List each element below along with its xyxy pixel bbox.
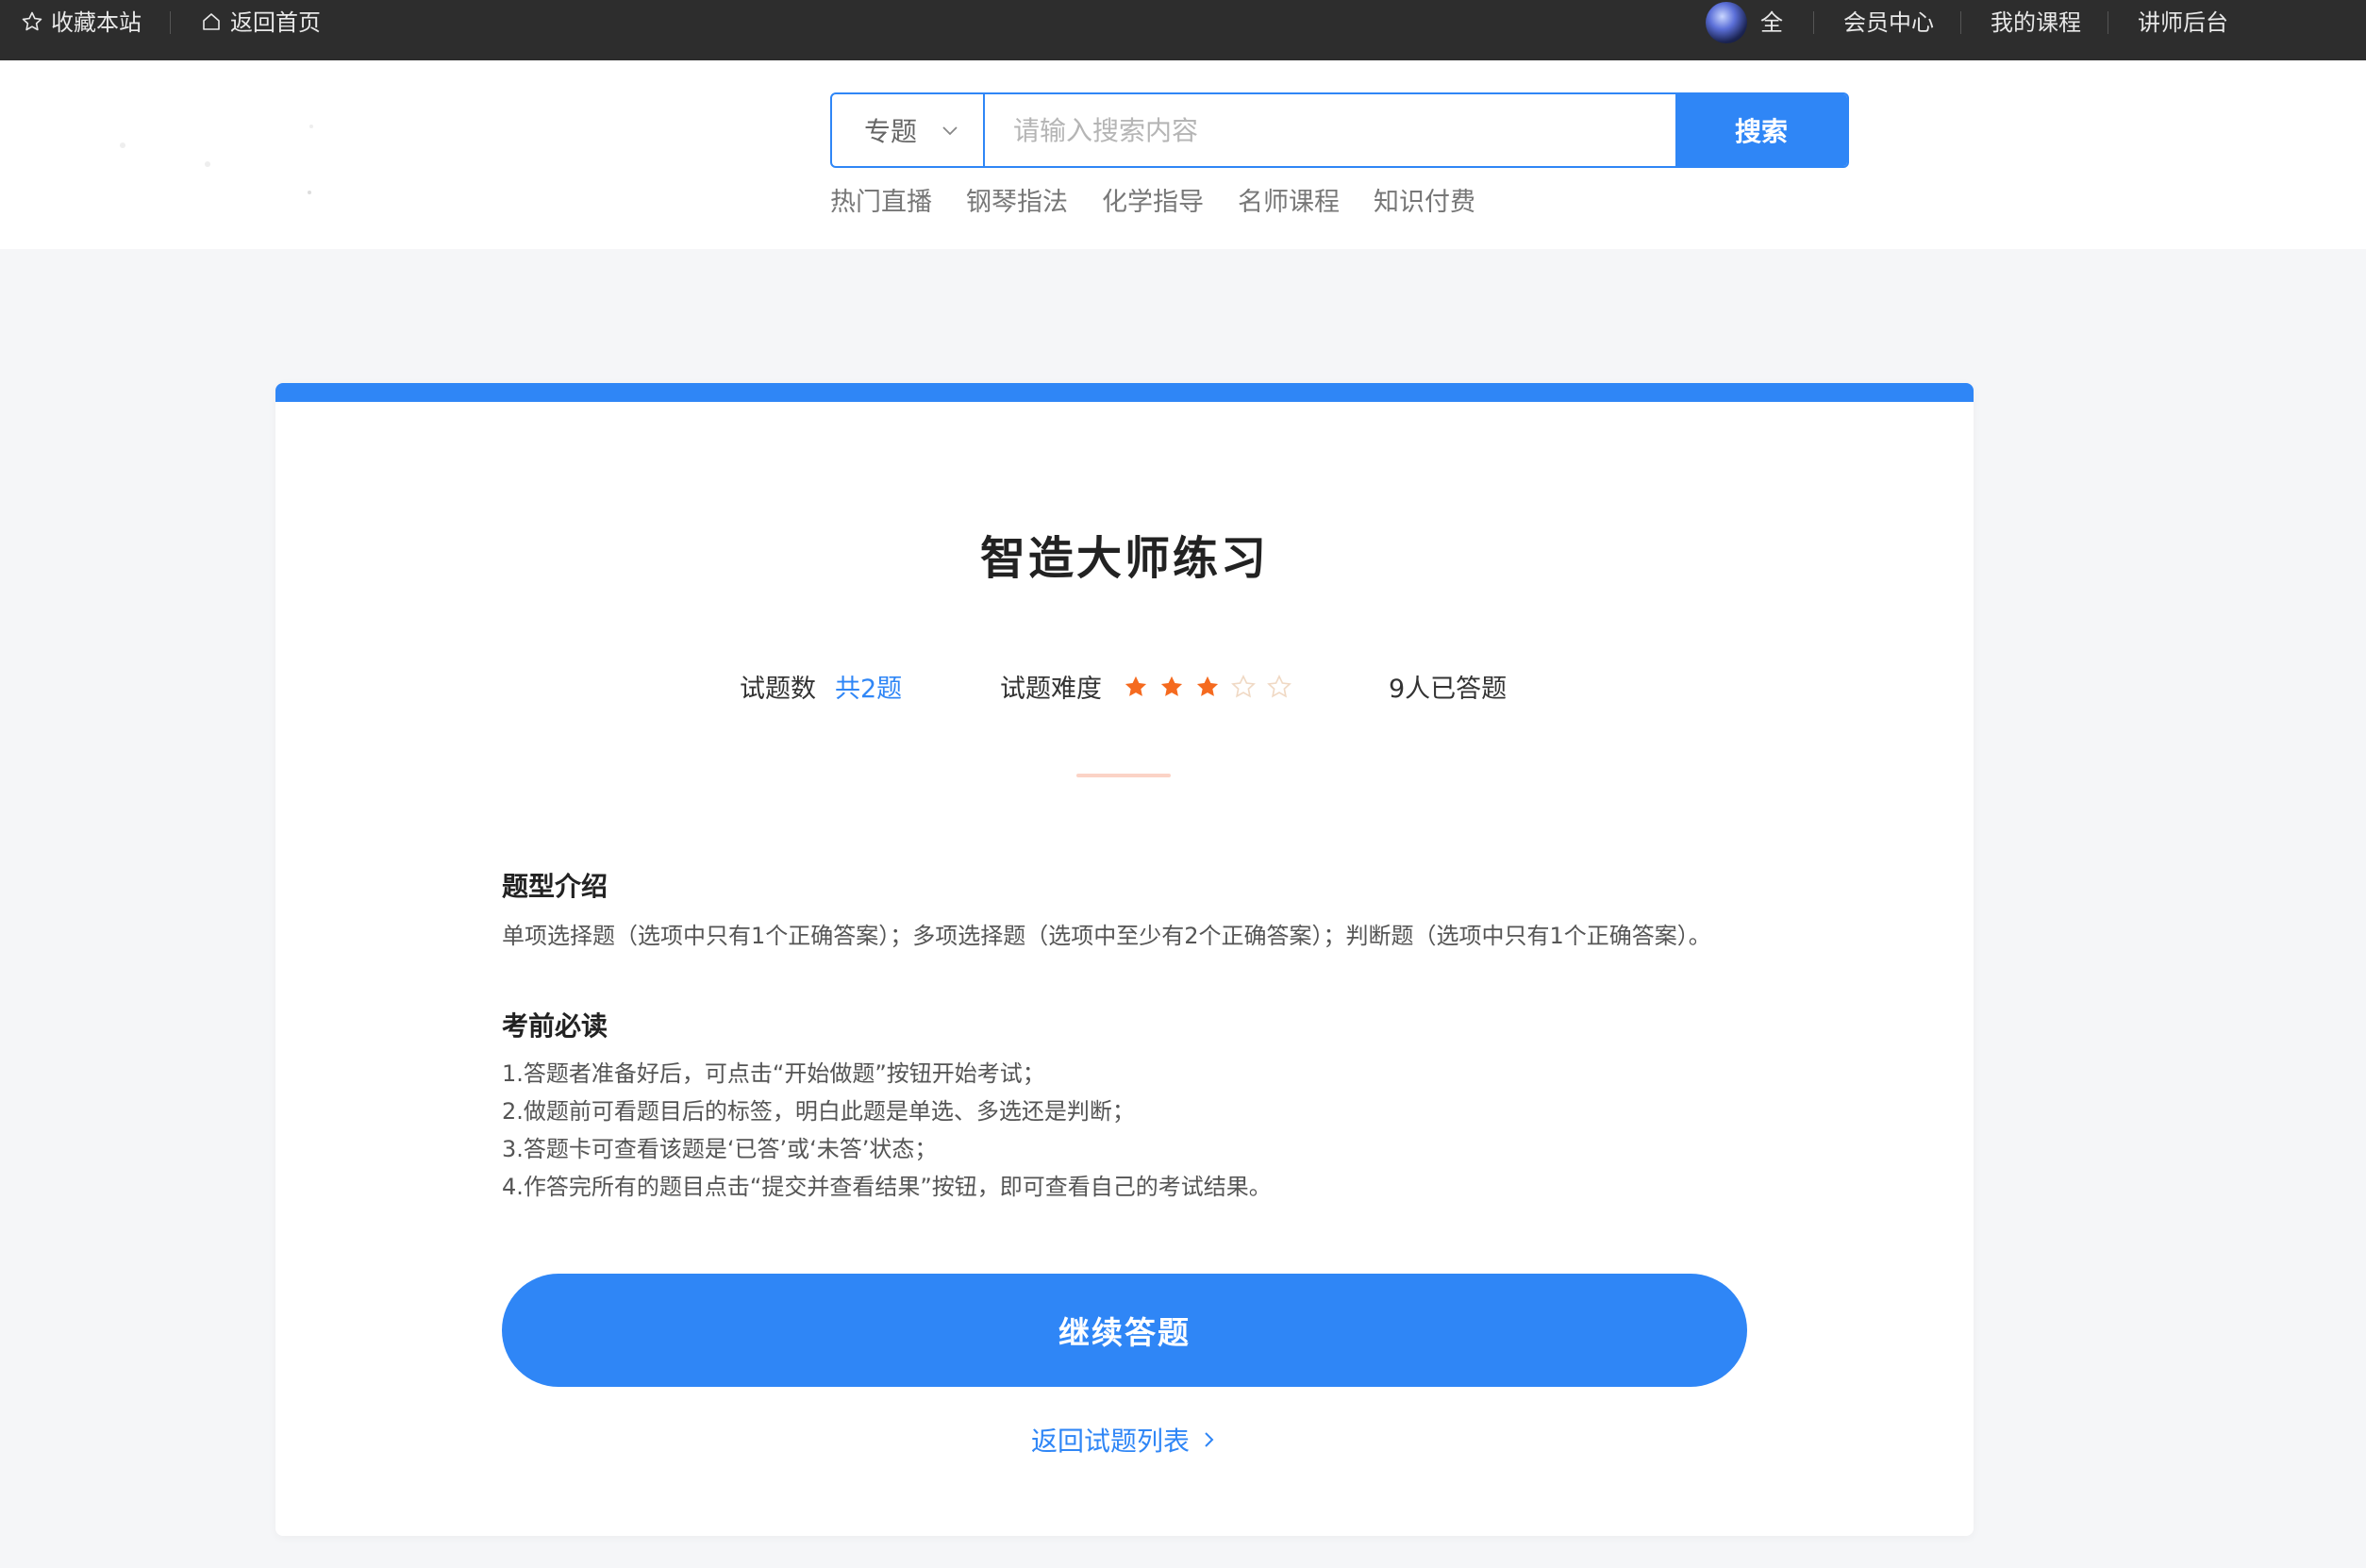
hot-link[interactable]: 知识付费: [1374, 181, 1475, 218]
favorite-site-link[interactable]: 收藏本站: [21, 0, 142, 60]
exam-title: 智造大师练习: [979, 532, 1269, 585]
question-count-label: 试题数: [740, 675, 816, 704]
notice-title: 考前必读: [502, 1010, 608, 1042]
notice-item: 3.答题卡可查看该题是‘已答’或‘未答’状态；: [502, 1136, 938, 1162]
continue-answering-button[interactable]: 继续答题: [502, 1274, 1747, 1387]
member-center-link[interactable]: 会员中心: [1843, 0, 1934, 60]
notice-item: 4.作答完所有的题目点击“提交并查看结果”按钮，即可查看自己的考试结果。: [502, 1174, 1272, 1200]
difficulty-label: 试题难度: [1000, 675, 1102, 704]
question-count-value: 共2题: [835, 675, 903, 704]
favorite-site-label: 收藏本站: [51, 9, 142, 36]
topbar-divider: [1960, 11, 1961, 34]
notice-item: 1.答题者准备好后，可点击“开始做题”按钮开始考试；: [502, 1060, 1045, 1087]
home-label: 返回首页: [230, 9, 321, 36]
star-empty-icon: [1267, 674, 1291, 697]
difficulty: 试题难度: [1000, 668, 1292, 705]
search-category-value: 专题: [864, 116, 918, 147]
card-accent-bar: [275, 383, 1974, 402]
search-bar: 专题 搜索: [830, 92, 1849, 168]
home-icon: [203, 13, 220, 30]
hot-link[interactable]: 化学指导: [1102, 181, 1204, 218]
back-to-question-list-link[interactable]: 返回试题列表: [275, 1421, 1974, 1459]
back-link-label: 返回试题列表: [1030, 1426, 1190, 1457]
hot-link[interactable]: 热门直播: [830, 181, 932, 218]
search-category-select[interactable]: 专题: [832, 94, 985, 166]
home-link[interactable]: 返回首页: [200, 0, 321, 60]
hot-search-links: 热门直播 钢琴指法 化学指导 名师课程 知识付费: [830, 181, 1475, 218]
site-header: 专题 搜索 热门直播 钢琴指法 化学指导 名师课程 知识付费: [0, 60, 2366, 249]
question-count: 试题数 共2题: [740, 668, 902, 705]
notice-item: 2.做题前可看题目后的标签，明白此题是单选、多选还是判断；: [502, 1098, 1135, 1125]
hot-link[interactable]: 钢琴指法: [966, 181, 1068, 218]
avatar[interactable]: [1706, 2, 1747, 43]
star-filled-icon: [1160, 676, 1183, 696]
star-outline-icon: [22, 11, 42, 31]
my-courses-link[interactable]: 我的课程: [1991, 0, 2081, 60]
intro-title: 题型介绍: [502, 871, 608, 902]
chevron-down-icon: [942, 126, 958, 136]
lecturer-backend-link[interactable]: 讲师后台: [2138, 0, 2228, 60]
star-filled-icon: [1196, 676, 1219, 696]
search-input[interactable]: [985, 94, 1675, 166]
star-empty-icon: [1231, 674, 1256, 697]
chevron-right-icon: [1205, 1432, 1214, 1447]
topbar-divider: [1813, 11, 1814, 34]
star-filled-icon: [1125, 676, 1147, 696]
notice-list: 1.答题者准备好后，可点击“开始做题”按钮开始考试； 2.做题前可看题目后的标签…: [502, 1055, 1272, 1206]
exam-card: 智造大师练习 试题数 共2题 试题难度 9人已答题 题型介绍 单项选择题（选项中…: [275, 383, 1974, 1536]
username[interactable]: 全: [1760, 0, 1783, 60]
section-divider: [1076, 774, 1171, 777]
difficulty-stars: [1123, 674, 1292, 700]
site-logo[interactable]: [94, 89, 330, 202]
hot-link[interactable]: 名师课程: [1238, 181, 1340, 218]
answered-count: 9人已答题: [1389, 675, 1508, 704]
search-button[interactable]: 搜索: [1675, 94, 1847, 166]
intro-text: 单项选择题（选项中只有1个正确答案）；多项选择题（选项中至少有2个正确答案）；判…: [502, 923, 1711, 949]
top-bar: 收藏本站 返回首页 全 会员中心 我的课程 讲师后台: [0, 0, 2366, 60]
topbar-divider: [170, 11, 171, 34]
